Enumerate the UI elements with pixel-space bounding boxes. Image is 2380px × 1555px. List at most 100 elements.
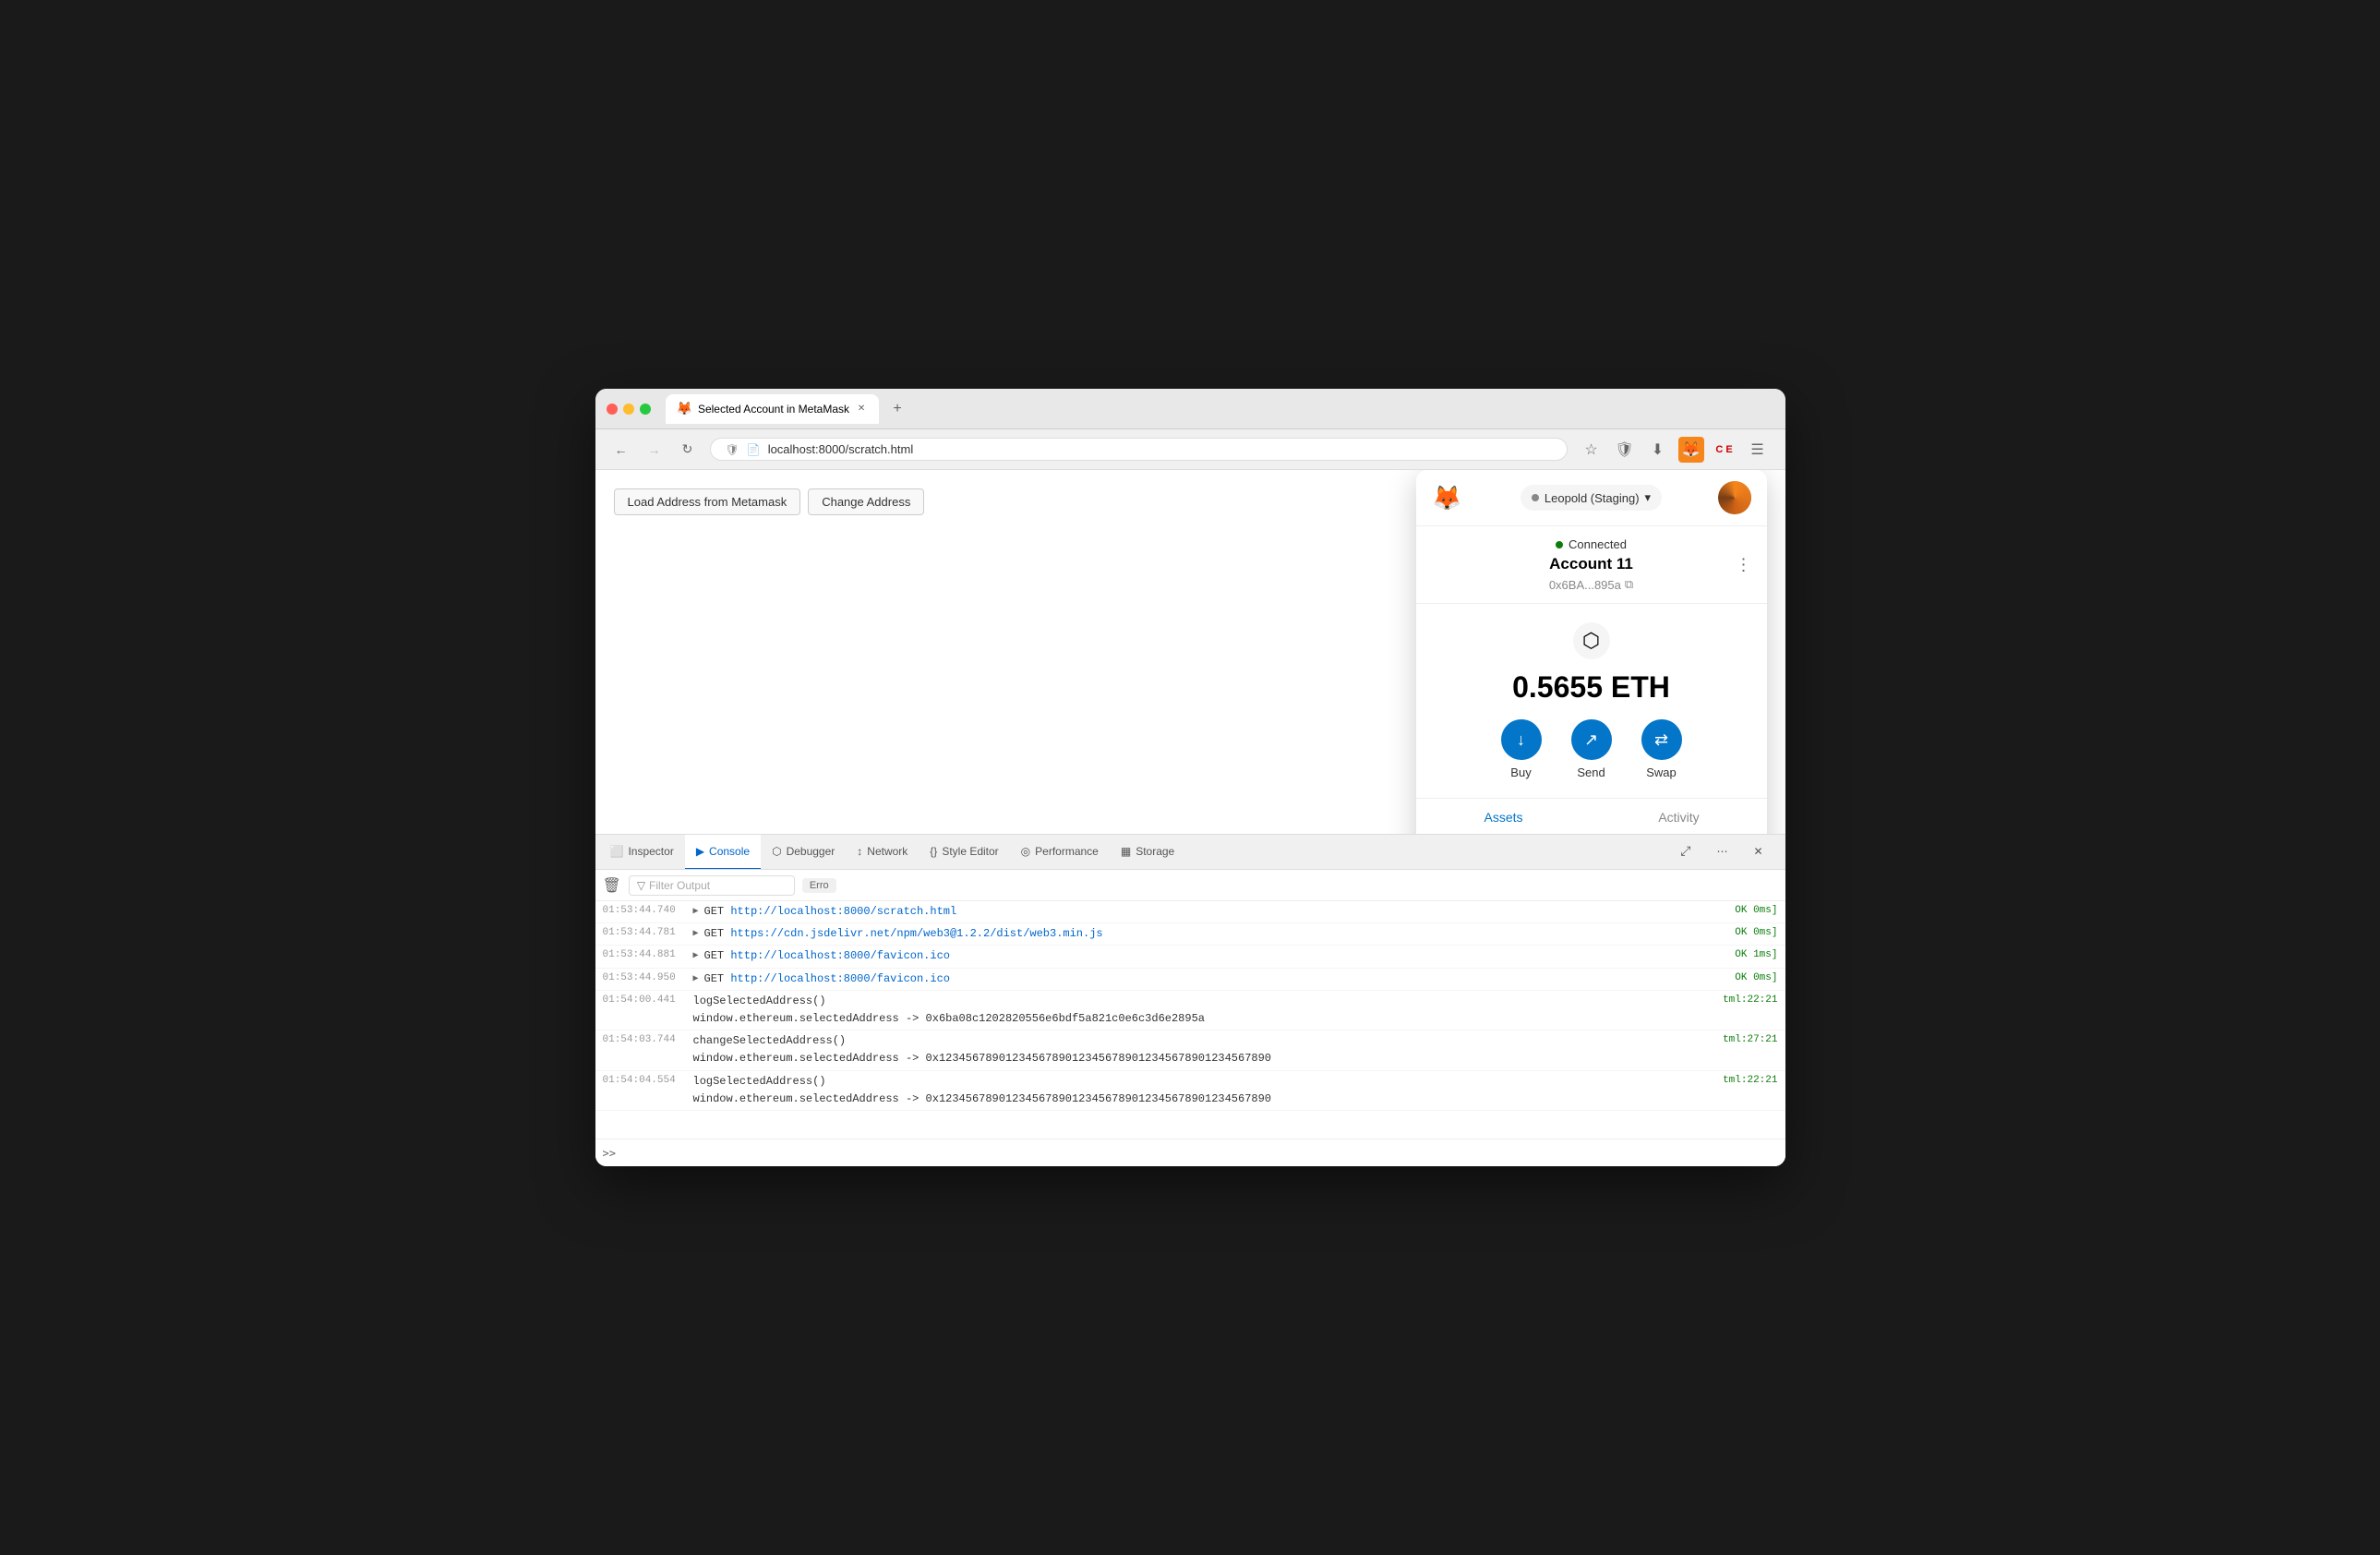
console-timestamp: 01:53:44.881 [603,947,686,960]
console-timestamp: 01:53:44.950 [603,970,686,983]
tab-favicon: 🦊 [677,401,692,416]
forward-button[interactable]: → [643,439,666,461]
chevron-down-icon: ▾ [1645,490,1652,505]
arrow-icon: ▶ [693,970,699,984]
mm-network-selector[interactable]: Leopold (Staging) ▾ [1521,485,1662,511]
tab-close-button[interactable]: ✕ [855,403,868,416]
mm-account-section: Connected Account 11 0x6BA...895a ⧉ ⋮ [1416,526,1767,604]
menu-button[interactable]: ☰ [1745,437,1771,463]
arrow-icon: ▶ [693,903,699,917]
tab-performance-label: Performance [1035,845,1099,858]
fullscreen-button[interactable] [640,404,651,415]
address-bar: ← → ↻ 🛡 📄 localhost:8000/scratch.html ☆ … [595,429,1785,470]
metamask-extension-button[interactable]: 🦊 [1678,437,1704,463]
console-timestamp: 01:54:00.441 [603,993,686,1006]
console-timestamp: 01:54:03.744 [603,1032,686,1045]
arrow-icon: ▶ [693,925,699,939]
lock-icon: 📄 [747,443,761,456]
buy-action[interactable]: ↓ Buy [1501,719,1542,779]
bookmark-button[interactable]: ☆ [1579,437,1605,463]
console-message: changeSelectedAddress() window.ethereum.… [693,1032,1716,1067]
swap-button[interactable]: ⇄ [1641,719,1682,760]
mm-balance: 0.5655 ETH [1431,670,1752,705]
mm-connected-status: Connected [1431,537,1752,551]
tab-assets[interactable]: Assets [1416,799,1592,834]
traffic-lights [607,404,651,415]
debugger-icon: ⬡ [772,845,781,858]
tab-debugger-label: Debugger [787,845,835,858]
copy-icon[interactable]: ⧉ [1625,577,1633,592]
connected-dot [1556,541,1563,548]
new-tab-button[interactable]: + [886,398,908,420]
console-row: 01:53:44.781 ▶ GET https://cdn.jsdelivr.… [595,923,1785,946]
console-row: 01:53:44.740 ▶ GET http://localhost:8000… [595,901,1785,923]
tab-title: Selected Account in MetaMask [698,403,849,416]
tab-performance[interactable]: ◎ Performance [1010,835,1110,870]
status-ok: OK 1ms] [1735,947,1777,960]
expand-button[interactable]: ⤢ [1669,835,1701,870]
page-content: Load Address from Metamask Change Addres… [595,470,1785,834]
browser-tab[interactable]: 🦊 Selected Account in MetaMask ✕ [666,394,880,424]
console-message: GET http://localhost:8000/favicon.ico [704,947,1728,965]
filter-output-input[interactable]: ▽ Filter Output [629,875,795,896]
send-action[interactable]: ↗ Send [1571,719,1612,779]
tab-network[interactable]: ↕ Network [846,835,919,870]
tab-inspector[interactable]: ⬜ Inspector [599,835,685,870]
send-button[interactable]: ↗ [1571,719,1612,760]
devtools-toolbar: 🗑 ▽ Filter Output Erro [595,870,1785,901]
buy-label: Buy [1510,765,1531,779]
mm-avatar[interactable] [1718,481,1751,514]
minimize-button[interactable] [623,404,634,415]
style-editor-icon: {} [930,845,937,858]
swap-action[interactable]: ⇄ Swap [1641,719,1682,779]
tab-console-label: Console [709,845,750,858]
close-button[interactable] [607,404,618,415]
mm-header: 🦊 Leopold (Staging) ▾ [1416,470,1767,526]
back-button[interactable]: ← [610,439,632,461]
tab-debugger[interactable]: ⬡ Debugger [761,835,846,870]
fox-icon: 🦊 [1432,484,1461,512]
console-output: 01:53:44.740 ▶ GET http://localhost:8000… [595,901,1785,1139]
console-input[interactable] [616,1147,1778,1160]
connected-label: Connected [1569,537,1627,551]
clear-console-button[interactable]: 🗑 [603,876,621,895]
console-input-bar: >> [595,1139,1785,1166]
network-icon: ↕ [857,845,862,858]
errors-badge[interactable]: Erro [802,878,836,893]
tab-storage[interactable]: ▦ Storage [1110,835,1185,870]
filter-placeholder: Filter Output [649,879,710,892]
console-prompt: >> [603,1147,616,1160]
status-ok: OK 0ms] [1735,970,1777,983]
download-button[interactable]: ⬇ [1645,437,1671,463]
title-bar: 🦊 Selected Account in MetaMask ✕ + [595,389,1785,429]
mm-account-name: Account 11 [1431,555,1752,573]
console-message: GET https://cdn.jsdelivr.net/npm/web3@1.… [704,925,1728,943]
console-message: GET http://localhost:8000/scratch.html [704,903,1728,921]
inspector-icon: ⬜ [610,845,624,858]
tab-console[interactable]: ▶ Console [685,835,761,870]
console-timestamp: 01:53:44.740 [603,903,686,916]
eth-logo: ⬡ [1573,622,1610,659]
tab-storage-label: Storage [1136,845,1174,858]
reload-button[interactable]: ↻ [677,439,699,461]
avatar-image [1718,481,1751,514]
console-row: 01:54:00.441 logSelectedAddress() window… [595,991,1785,1031]
address-input-container[interactable]: 🛡 📄 localhost:8000/scratch.html [710,438,1568,461]
buy-button[interactable]: ↓ [1501,719,1542,760]
console-icon: ▶ [696,845,704,858]
mm-more-button[interactable]: ⋮ [1736,555,1752,574]
tab-network-label: Network [867,845,908,858]
network-status-dot [1532,494,1539,501]
devtools-more-button[interactable]: ⋯ [1705,835,1738,870]
tab-style-editor[interactable]: {} Style Editor [919,835,1009,870]
load-address-button[interactable]: Load Address from Metamask [614,488,801,515]
console-timestamp: 01:54:04.554 [603,1073,686,1086]
tab-activity[interactable]: Activity [1592,799,1767,834]
change-address-button[interactable]: Change Address [808,488,924,515]
shield-button[interactable]: 🛡 [1612,437,1638,463]
devtools-panel: ⬜ Inspector ▶ Console ⬡ Debugger ↕ Netwo… [595,834,1785,1166]
console-row: 01:53:44.881 ▶ GET http://localhost:8000… [595,946,1785,968]
cors-button[interactable]: C E [1712,437,1737,463]
devtools-close-button[interactable]: ✕ [1742,835,1773,870]
tab-inspector-label: Inspector [628,845,673,858]
